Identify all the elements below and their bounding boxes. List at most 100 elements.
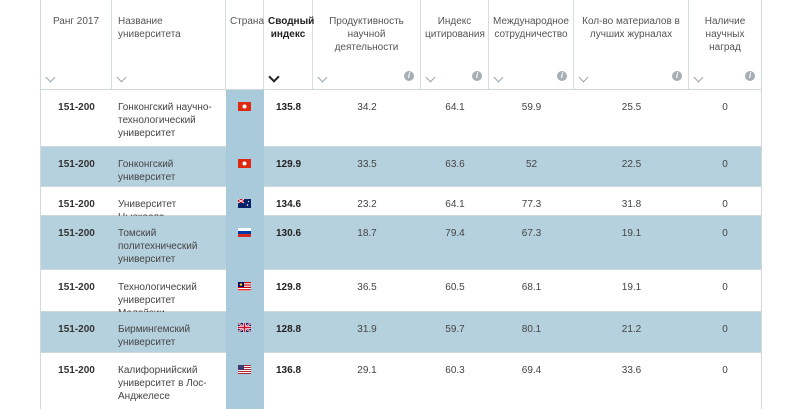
productivity-value: 34.2: [357, 102, 377, 113]
rank-cell: 151-200: [58, 102, 95, 113]
journals-value: 25.5: [621, 102, 642, 113]
rank-cell: 151-200: [58, 228, 95, 239]
rank-cell: 151-200: [58, 159, 95, 170]
hk-flag-icon: [238, 159, 251, 168]
productivity-value: 29.1: [357, 365, 377, 376]
chevron-down-icon[interactable]: [45, 72, 56, 83]
table-row: 151-200 Университет Ньюкасла 134.6 23.2 …: [41, 187, 761, 223]
col-header-citation-label: Индекс цитирования: [425, 16, 485, 40]
col-header-awards[interactable]: Наличие научных наград i: [689, 0, 761, 90]
overall-score: 130.6: [275, 228, 302, 239]
rank-cell: 151-200: [58, 365, 95, 376]
us-flag-icon: [238, 365, 251, 374]
citation-value: 60.3: [445, 365, 465, 376]
university-name: Томский политехнический университет: [118, 228, 198, 265]
hk-flag-icon: [238, 102, 251, 111]
table-row: 151-200 Томский политехнический универси…: [41, 216, 761, 270]
citation-value: 64.1: [445, 102, 465, 113]
rank-cell: 151-200: [58, 199, 95, 210]
info-icon[interactable]: i: [472, 71, 482, 81]
info-icon[interactable]: i: [557, 71, 567, 81]
col-header-productivity[interactable]: Продуктивность научной деятельности i: [313, 0, 421, 90]
international-value: 80.1: [521, 324, 542, 335]
ru-flag-icon: [238, 228, 251, 237]
overall-score: 129.9: [275, 159, 302, 170]
info-icon[interactable]: i: [404, 71, 414, 81]
col-header-overall-label: Сводный индекс: [268, 16, 315, 40]
table-row: 151-200 Калифорнийский университет в Лос…: [41, 353, 761, 409]
international-value: 59.9: [521, 102, 542, 113]
chevron-down-icon[interactable]: [493, 72, 504, 83]
col-header-rank-label: Ранг 2017: [52, 16, 100, 27]
overall-score: 136.8: [275, 365, 302, 376]
awards-value: 0: [722, 365, 728, 376]
journals-value: 22.5: [621, 159, 642, 170]
journals-value: 19.1: [621, 228, 642, 239]
journals-value: 31.8: [621, 199, 642, 210]
journals-value: 21.2: [621, 324, 642, 335]
table-row: 151-200 Гонконгский научно-технологическ…: [41, 90, 761, 147]
citation-value: 59.7: [445, 324, 465, 335]
country-column: [226, 90, 264, 409]
productivity-value: 23.2: [357, 199, 377, 210]
productivity-value: 33.5: [357, 159, 377, 170]
international-value: 69.4: [521, 365, 542, 376]
chevron-down-icon[interactable]: [425, 72, 436, 83]
col-header-awards-label: Наличие научных наград: [704, 16, 746, 53]
my-flag-icon: [238, 282, 251, 291]
university-name: Гонконгский научно-технологический униве…: [118, 102, 212, 139]
productivity-value: 18.7: [357, 228, 377, 239]
rankings-table: Ранг 2017 Название университета Страна С…: [40, 0, 762, 409]
overall-score: 128.8: [275, 324, 302, 335]
info-icon[interactable]: i: [745, 71, 755, 81]
rank-cell: 151-200: [58, 324, 95, 335]
col-header-journals[interactable]: Кол-во материалов в лучших журналах i: [574, 0, 689, 90]
productivity-value: 31.9: [357, 324, 377, 335]
table-row: 151-200 Бирмингемский университет 128.8 …: [41, 312, 761, 353]
awards-value: 0: [722, 228, 728, 239]
chevron-down-icon[interactable]: [116, 72, 127, 83]
uk-flag-icon: [238, 323, 251, 332]
journals-value: 33.6: [621, 365, 642, 376]
productivity-value: 36.5: [357, 282, 377, 293]
university-name: Калифорнийский университет в Лос-Анджеле…: [118, 365, 207, 402]
col-header-international-label: Международное сотрудничество: [493, 16, 569, 40]
citation-value: 63.6: [445, 159, 465, 170]
col-header-overall[interactable]: Сводный индекс: [264, 0, 315, 90]
international-value: 77.3: [521, 199, 542, 210]
col-header-international[interactable]: Международное сотрудничество i: [489, 0, 574, 90]
international-value: 52: [525, 159, 538, 170]
info-icon[interactable]: i: [672, 71, 682, 81]
awards-value: 0: [722, 282, 728, 293]
chevron-down-icon[interactable]: [317, 72, 328, 83]
col-header-rank[interactable]: Ранг 2017: [41, 0, 112, 90]
overall-score: 135.8: [275, 102, 302, 113]
awards-value: 0: [722, 324, 728, 335]
overall-score: 134.6: [275, 199, 302, 210]
awards-value: 0: [722, 102, 728, 113]
col-header-citation[interactable]: Индекс цитирования i: [421, 0, 489, 90]
international-value: 67.3: [521, 228, 542, 239]
university-name: Бирмингемский университет: [118, 324, 191, 348]
table-row: 151-200 Гонконгский университет 129.9 33…: [41, 147, 761, 187]
international-value: 68.1: [521, 282, 542, 293]
chevron-down-icon[interactable]: [268, 71, 280, 83]
col-header-journals-label: Кол-во материалов в лучших журналах: [582, 16, 680, 40]
col-header-name[interactable]: Название университета: [112, 0, 226, 90]
chevron-down-icon[interactable]: [693, 72, 704, 83]
au-flag-icon: [238, 199, 251, 208]
citation-value: 60.5: [445, 282, 465, 293]
awards-value: 0: [722, 159, 728, 170]
chevron-down-icon[interactable]: [578, 72, 589, 83]
citation-value: 64.1: [445, 199, 465, 210]
col-header-country-label: Страна: [230, 16, 265, 27]
awards-value: 0: [722, 199, 728, 210]
citation-value: 79.4: [445, 228, 465, 239]
col-header-name-label: Название университета: [118, 16, 181, 40]
university-name: Гонконгский университет: [118, 159, 176, 183]
col-header-country[interactable]: Страна: [226, 0, 264, 90]
rank-cell: 151-200: [58, 282, 95, 293]
overall-score: 129.8: [275, 282, 302, 293]
table-row: 151-200 Технологический университет Мала…: [41, 270, 761, 319]
journals-value: 19.1: [621, 282, 642, 293]
